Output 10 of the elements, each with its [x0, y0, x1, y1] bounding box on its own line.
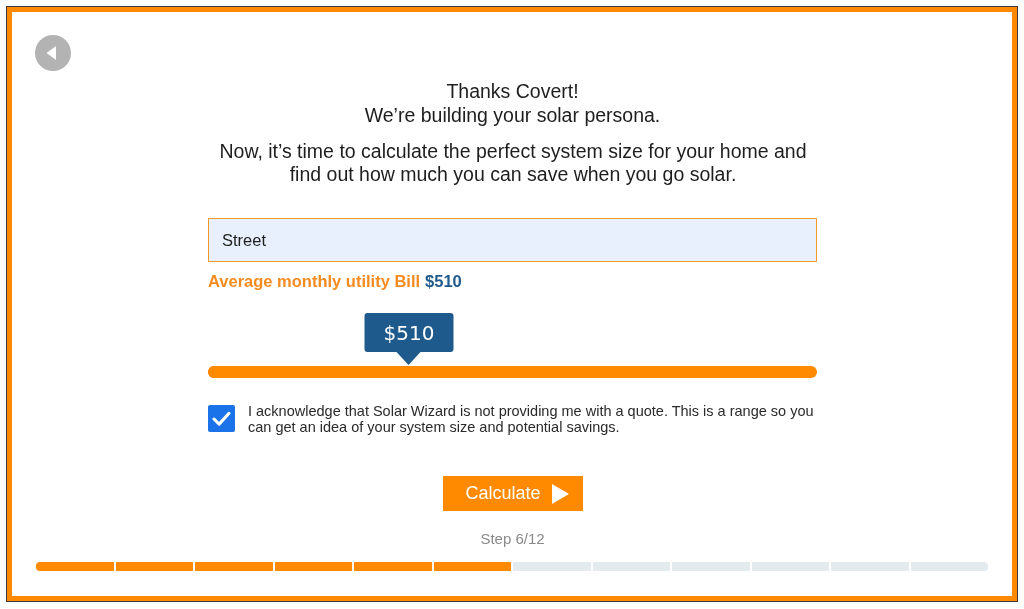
greeting-subtitle: We’re building your solar persona.: [363, 103, 662, 127]
bill-label: Average monthly utility Bill: [208, 271, 421, 291]
acknowledgement-text: I acknowledge that Solar Wizard is not providing me with a quote. This is a range so you can get an idea of your system size and potential savings.: [248, 403, 815, 435]
address-field[interactable]: Street: [208, 218, 817, 262]
step-counter: Step 6/12: [480, 530, 545, 548]
intro-text: Now, it’s time to calculate the perfect system size for your home and find out how much you can save when you go solar.: [218, 140, 808, 186]
acknowledge-checkbox[interactable]: [208, 405, 235, 432]
play-icon: [551, 483, 569, 504]
greeting-title: Thanks Covert!: [445, 79, 580, 103]
bill-amount: $510: [425, 271, 462, 291]
